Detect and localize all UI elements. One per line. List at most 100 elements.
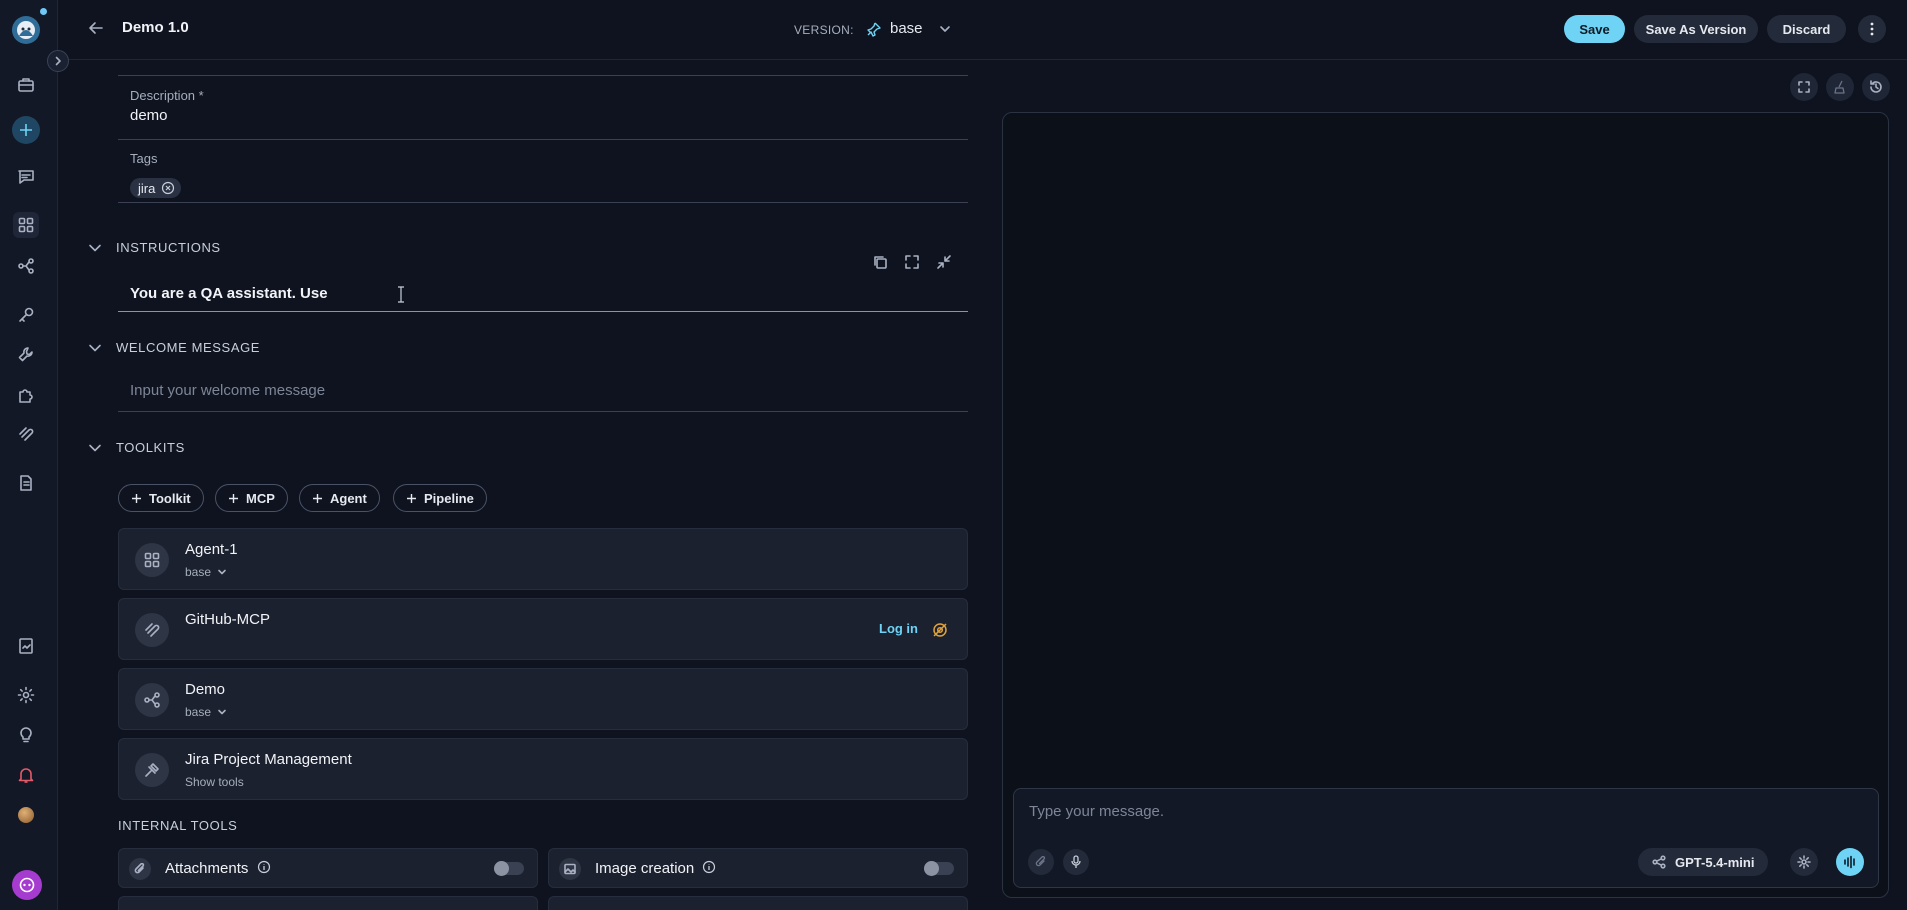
instructions-underline (118, 311, 968, 312)
version-label: VERSION: (794, 23, 854, 37)
add-toolkit-label: Toolkit (149, 490, 191, 506)
add-pipeline-button[interactable]: Pipeline (393, 484, 487, 512)
sidebar-item-chat[interactable] (13, 164, 39, 190)
voice-button[interactable] (1836, 848, 1864, 876)
sidebar-item-projects[interactable] (13, 72, 39, 98)
instructions-toolbar (871, 253, 953, 271)
plus-icon (20, 124, 32, 136)
sidebar-item-pipelines[interactable] (13, 253, 39, 279)
sidebar-item-toolkits[interactable] (13, 341, 39, 367)
document-icon (20, 475, 32, 491)
settings-warning-icon[interactable] (931, 621, 949, 639)
toolkit-card-jira[interactable]: Jira Project Management Show tools (118, 738, 968, 800)
app-logo[interactable] (10, 14, 42, 46)
sidebar-item-notifications[interactable] (13, 762, 39, 788)
mcp-icon (19, 427, 34, 441)
user-avatar[interactable] (18, 807, 34, 823)
chevron-right-icon (55, 56, 61, 66)
toolkit-version-select[interactable]: base (185, 565, 227, 579)
internal-tool-card (118, 896, 538, 910)
tag-chip-label: jira (138, 180, 156, 196)
sidebar-item-settings[interactable] (13, 682, 39, 708)
tags-label: Tags (130, 151, 158, 166)
welcome-title: WELCOME MESSAGE (116, 340, 261, 355)
sidebar-item-reports[interactable] (13, 633, 39, 659)
grid-icon (135, 543, 169, 577)
info-icon[interactable] (702, 860, 716, 874)
image-creation-toggle[interactable] (924, 861, 954, 876)
expand-sidebar-button[interactable] (47, 50, 69, 72)
add-toolkit-button[interactable]: Toolkit (118, 484, 204, 512)
sidebar-item-credentials[interactable] (13, 302, 39, 328)
sidebar-item-mcp[interactable] (13, 421, 39, 447)
add-agent-button[interactable]: Agent (299, 484, 380, 512)
instructions-field[interactable]: You are a QA assistant. Use (130, 285, 328, 302)
gear-icon (17, 686, 35, 704)
save-as-version-button[interactable]: Save As Version (1634, 15, 1758, 43)
microphone-icon (1071, 855, 1081, 868)
chevron-down-icon (218, 709, 226, 715)
fullscreen-icon[interactable] (903, 253, 921, 271)
instructions-section-header[interactable]: INSTRUCTIONS (88, 240, 221, 255)
attachments-toggle[interactable] (494, 861, 524, 876)
sidebar-item-artifacts[interactable] (13, 470, 39, 496)
plus-icon (132, 493, 141, 503)
attach-button[interactable] (1028, 849, 1054, 875)
chat-message-input[interactable] (1029, 803, 1849, 820)
toolkit-name: Demo (185, 681, 226, 698)
chat-icon (18, 170, 34, 184)
welcome-underline (118, 411, 968, 412)
login-link[interactable]: Log in (879, 621, 918, 636)
version-select[interactable]: base (890, 20, 923, 37)
more-options-button[interactable] (1858, 15, 1886, 43)
add-mcp-button[interactable]: MCP (215, 484, 288, 512)
description-field[interactable]: demo (130, 107, 168, 124)
brand-button[interactable] (12, 870, 42, 900)
key-icon (19, 307, 34, 322)
toolkit-card-agent-1[interactable]: Agent-1 base (118, 528, 968, 590)
toolkit-card-demo[interactable]: Demo base (118, 668, 968, 730)
pipeline-icon (135, 683, 169, 717)
wrench-icon (18, 347, 33, 362)
top-bar: Demo 1.0 VERSION: base Save Save As Vers… (58, 0, 1907, 60)
chat-composer: GPT-5.4-mini (1013, 788, 1879, 888)
add-pipeline-label: Pipeline (424, 490, 474, 506)
remove-tag-icon[interactable] (161, 181, 175, 195)
agent-config-form: Description * demo Tags jira INSTRUCTION… (58, 61, 978, 910)
internal-tool-label: Image creation (595, 860, 716, 877)
info-icon[interactable] (257, 860, 271, 874)
discard-button[interactable]: Discard (1767, 15, 1846, 43)
plus-icon (407, 493, 416, 503)
mcp-icon (135, 613, 169, 647)
welcome-section-header[interactable]: WELCOME MESSAGE (88, 340, 260, 355)
model-settings-button[interactable] (1790, 848, 1818, 876)
model-selector[interactable]: GPT-5.4-mini (1638, 848, 1769, 876)
microphone-button[interactable] (1063, 849, 1089, 875)
pin-icon (866, 21, 882, 37)
toolkit-version-label: base (185, 565, 212, 579)
sidebar-item-agents[interactable] (13, 212, 39, 238)
welcome-message-input[interactable] (130, 382, 960, 399)
save-button[interactable]: Save (1564, 15, 1625, 43)
toolkit-card-github-mcp[interactable]: GitHub-MCP Log in (118, 598, 968, 660)
arrow-left-icon (89, 22, 103, 34)
toolkit-version-select[interactable]: base (185, 705, 227, 719)
tag-chip[interactable]: jira (130, 178, 182, 198)
clear-chat-button[interactable] (1826, 73, 1854, 101)
internal-tool-attachments: Attachments (118, 848, 538, 888)
history-button[interactable] (1862, 73, 1890, 101)
brand-icon (19, 877, 35, 893)
sidebar-item-tips[interactable] (13, 722, 39, 748)
share-icon (1652, 855, 1666, 869)
fullscreen-chat-button[interactable] (1790, 73, 1818, 101)
create-button[interactable] (12, 116, 40, 144)
collapse-icon[interactable] (935, 253, 953, 271)
copy-icon[interactable] (871, 253, 889, 271)
chevron-down-icon[interactable] (938, 22, 952, 36)
sidebar-item-extensions[interactable] (13, 382, 39, 408)
show-tools-link[interactable]: Show tools (185, 775, 244, 789)
bell-icon (18, 768, 34, 783)
toolkits-section-header[interactable]: TOOLKITS (88, 440, 185, 455)
back-button[interactable] (86, 18, 106, 38)
add-mcp-label: MCP (246, 490, 275, 506)
